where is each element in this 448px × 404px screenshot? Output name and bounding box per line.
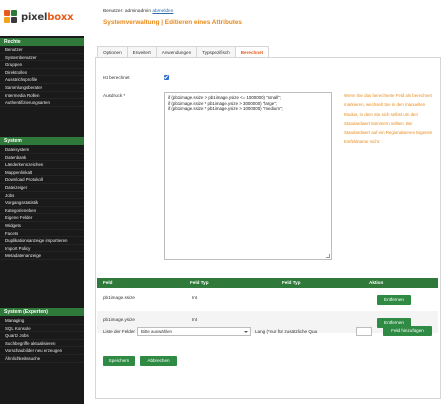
sidebar-item-vorgangsstatistik[interactable]: Vorgangsstatistik [0, 199, 84, 207]
sidebar-item-dateizeiger[interactable]: Dateizeiger [0, 184, 84, 192]
sidebar-item-systembenutzer[interactable]: Systembenutzer [0, 54, 84, 62]
field-list-select[interactable]: Bitte auswählen [137, 327, 251, 336]
resize-handle-icon[interactable] [326, 254, 330, 258]
sidebar-item-mappenlinkalt[interactable]: Mappenlinkalt [0, 169, 84, 177]
field-list-select-value: Bitte auswählen [141, 329, 172, 334]
page-title: Systemverwaltung | Editieren eines Attri… [103, 19, 242, 26]
fields-table-header: Feld Feld Typ Feld Typ Aktion [97, 278, 438, 288]
sidebar-menu-system: Dateisystem Datenbank Länderkennzeichen Map… [0, 146, 84, 260]
sidebar-item-import-policy[interactable]: Import Policy [0, 245, 84, 253]
field-list-label: Liste der Felder [103, 329, 135, 334]
field-type-cell: Int [192, 317, 198, 322]
sidebar-item-sql-konsole[interactable]: SQL Konsole [0, 325, 84, 333]
sidebar-item-widgets[interactable]: Widgets [0, 222, 84, 230]
help-text: Wenn Sie das berechnete Feld als berechn… [344, 93, 433, 145]
field-name-cell: pb1image.ssize [103, 295, 135, 300]
expression-label: Ausdruck * [103, 93, 126, 98]
sidebar-item-benutzer[interactable]: Benutzer [0, 46, 84, 54]
tab-typspezifisch[interactable]: Typspezifisch [196, 46, 236, 57]
column-header-field-type: Feld Typ [190, 280, 209, 285]
tab-anwendungen[interactable]: Anwendungen [155, 46, 198, 57]
column-header-field-type-2: Feld Typ [282, 280, 301, 285]
sidebar: pixelboxx Rechte Benutzer Systembenutzer G… [0, 0, 84, 404]
column-header-field: Feld [103, 280, 113, 285]
sidebar-item-sammlungsberater[interactable]: Sammlungsberater [0, 84, 84, 92]
sidebar-item-intermedia-rollen[interactable]: Intermedia Rollen [0, 92, 84, 100]
user-info: Benutzer: adminadmin abmelden [103, 9, 173, 14]
save-button[interactable]: Speichern [103, 356, 135, 366]
sidebar-item-metadatenanzeige[interactable]: Metadatenanzeige [0, 252, 84, 260]
logout-link[interactable]: abmelden [152, 9, 173, 14]
column-header-action: Aktion [369, 280, 384, 285]
chevron-down-icon [244, 330, 248, 333]
add-field-button[interactable]: Feld hinzufügen [383, 326, 432, 336]
is-computed-label: Ist berechnet [103, 75, 130, 80]
cancel-button[interactable]: Abbrechen [140, 356, 177, 366]
sidebar-item-ahnlichkeitssuche[interactable]: Ähnlichkeitssuche [0, 355, 84, 363]
sidebar-item-datenbank[interactable]: Datenbank [0, 154, 84, 162]
sidebar-item-facets[interactable]: Facets [0, 230, 84, 238]
sidebar-item-direktrollen[interactable]: Direktrollen [0, 69, 84, 77]
sidebar-item-suchbegriffe-aktualisieren[interactable]: Suchbegriffe aktualisieren [0, 340, 84, 348]
sidebar-menu-rights: Benutzer Systembenutzer Gruppen Direktrolle… [0, 46, 84, 107]
field-type-cell: Int [192, 295, 198, 300]
length-input[interactable] [356, 327, 372, 336]
tab-erweitert[interactable]: Erweitert [126, 46, 157, 57]
sidebar-item-dateisystem[interactable]: Dateisystem [0, 146, 84, 154]
sidebar-item-download-protokoll[interactable]: Download Protokoll [0, 176, 84, 184]
sidebar-item-vorschaubilder-neu-erzeugen[interactable]: Vorschaubilder neu erzeugen [0, 347, 84, 355]
sidebar-section-system: System [0, 137, 84, 145]
logo-text: pixelboxx [21, 11, 74, 23]
sidebar-item-ausstrichsprofile[interactable]: Ausstrichsprofile [0, 76, 84, 84]
sidebar-section-system-experts: System (Experten) [0, 308, 84, 316]
field-name-cell: pb1image.ysize [103, 317, 135, 322]
sidebar-item-kategorieneben[interactable]: Kategorieneben [0, 207, 84, 215]
sidebar-item-authentifizierungsarten[interactable]: Authentifizierungsarten [0, 99, 84, 107]
table-row: pb1image.ssize Int Entfernen [97, 289, 438, 311]
tab-berechnet[interactable]: Berechnet [234, 46, 270, 57]
sidebar-section-rights: Rechte [0, 38, 84, 46]
user-label: Benutzer: adminadmin [103, 9, 153, 14]
logo-area: pixelboxx [0, 0, 84, 36]
sidebar-item-eigene-felder[interactable]: Eigene Felder [0, 214, 84, 222]
expression-line: if (pb1image.ssize * pb1image.ysize > 10… [168, 106, 283, 112]
sidebar-item-jobs[interactable]: Jobs [0, 192, 84, 200]
tab-optionen[interactable]: Optionen [97, 46, 128, 57]
sidebar-menu-system-experts: Managing SQL Konsole Quartz Jobs Suchbegrif… [0, 317, 84, 363]
sidebar-item-landerkennzeichen[interactable]: Länderkennzeichen [0, 161, 84, 169]
remove-field-button[interactable]: Entfernen [377, 295, 411, 305]
sidebar-item-quartz-jobs[interactable]: Quartz Jobs [0, 332, 84, 340]
expression-textarea[interactable]: if (pb1image.ssize > pb1image.ysize <= 1… [164, 92, 332, 260]
sidebar-item-gruppen[interactable]: Gruppen [0, 61, 84, 69]
tab-bar: Optionen Erweitert Anwendungen Typspezifisc… [97, 46, 270, 57]
logo-mark-icon [4, 10, 18, 24]
pixelboxx-logo[interactable]: pixelboxx [4, 10, 74, 24]
sidebar-item-managing[interactable]: Managing [0, 317, 84, 325]
length-label: Lang (*nur für zusätzliche Qua [255, 329, 318, 334]
sidebar-item-duplikationsanzeige-importieren[interactable]: Duplikationsanzeige importieren [0, 237, 84, 245]
is-computed-checkbox[interactable] [164, 75, 169, 80]
